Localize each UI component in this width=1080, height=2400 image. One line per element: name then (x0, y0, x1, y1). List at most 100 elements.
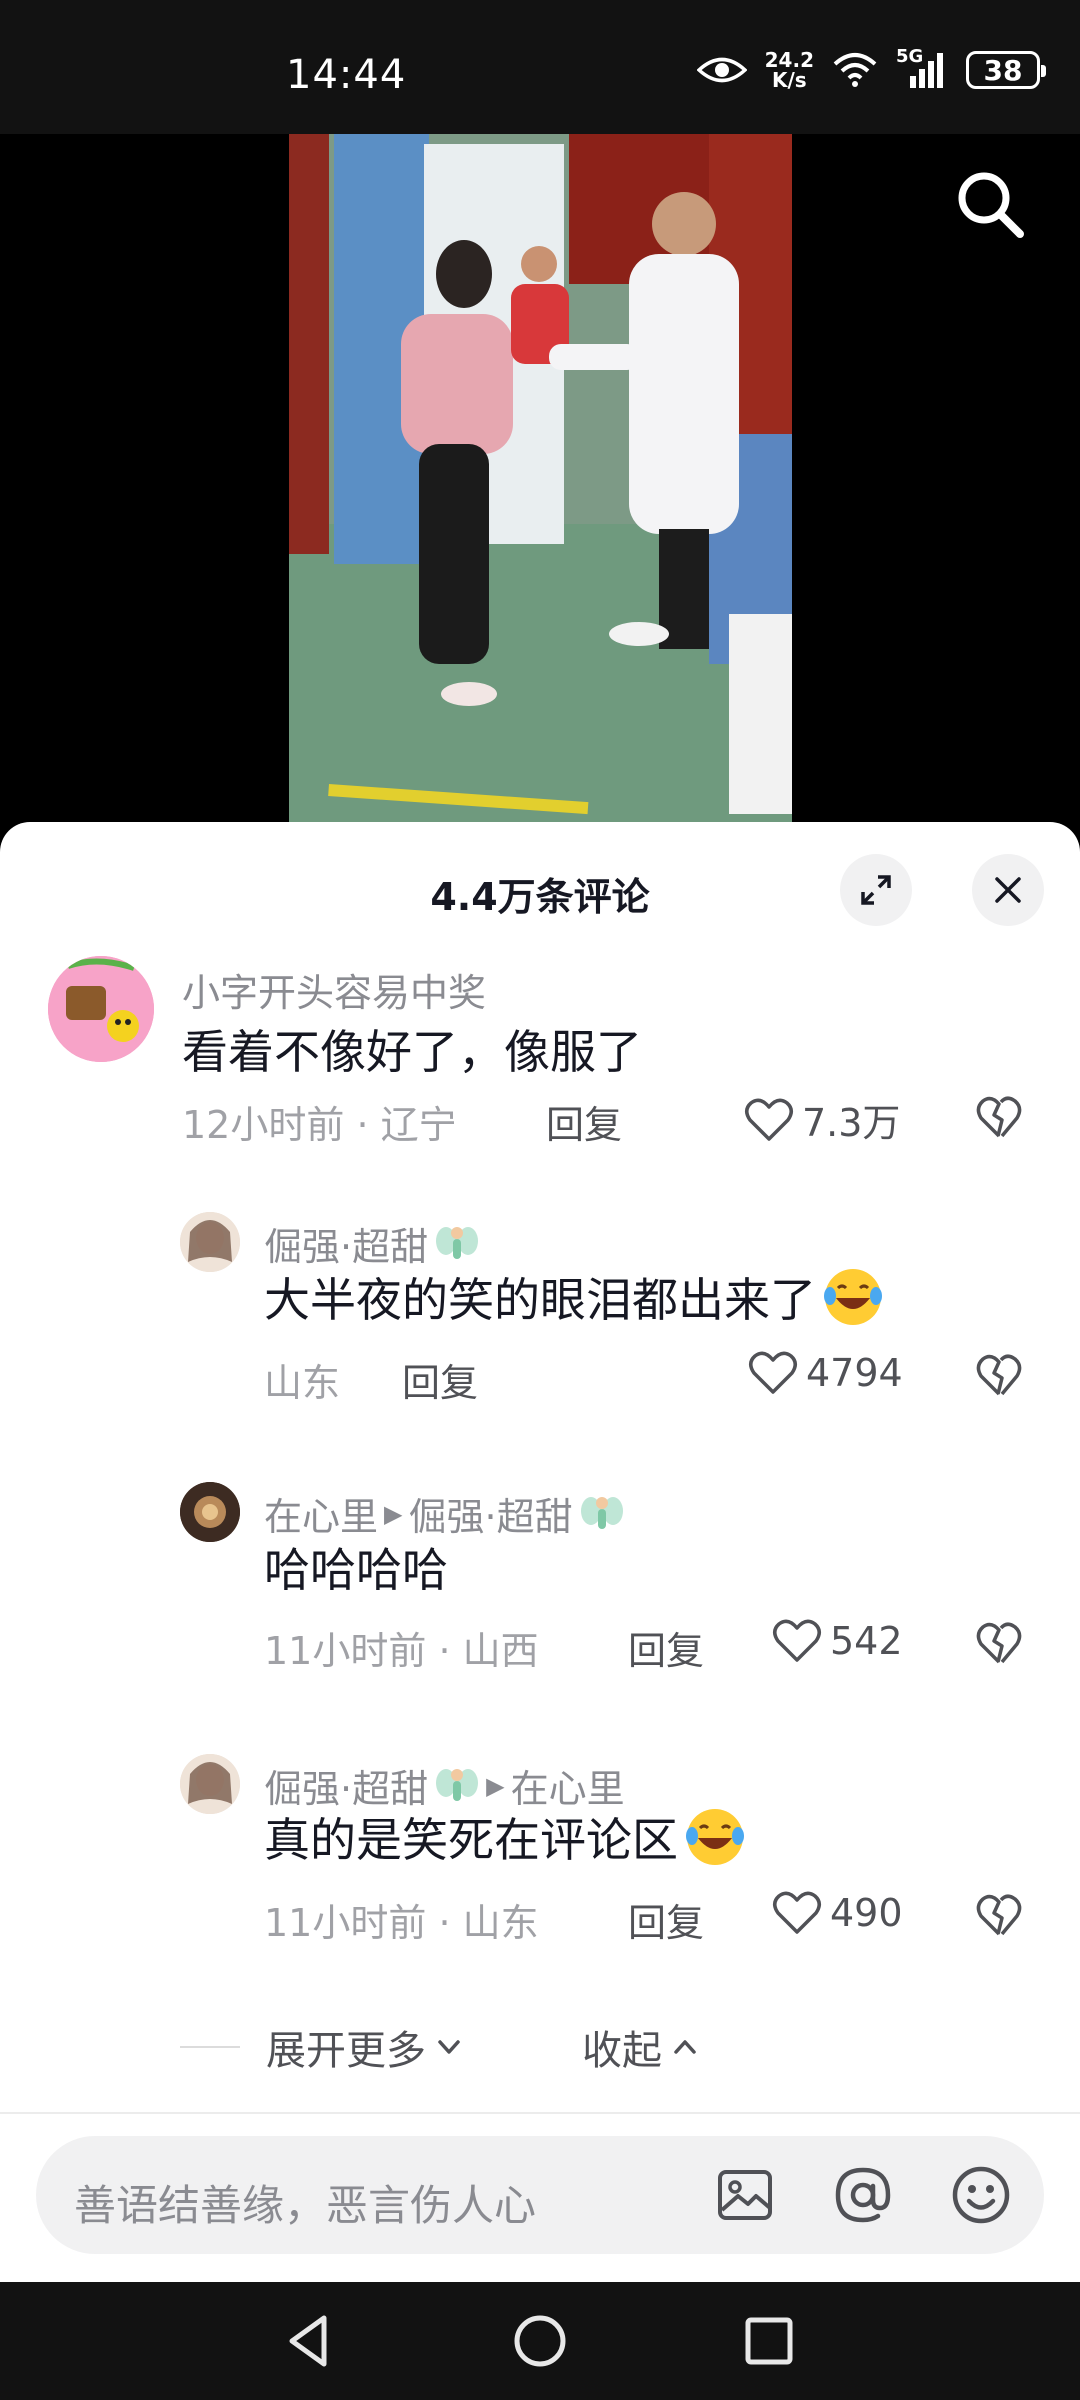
back-nav-icon[interactable] (274, 2306, 344, 2376)
laugh-cry-emoji-icon (686, 1809, 744, 1865)
comment-time: 11小时前 (264, 1629, 427, 1673)
heart-icon (745, 1098, 793, 1141)
comment-time: 12小时前 (182, 1103, 345, 1147)
comment-text: 看着不像好了，像服了 (182, 1016, 642, 1082)
system-nav-bar (0, 2282, 1080, 2400)
divider-line (180, 2046, 240, 2048)
comment-text-body: 真的是笑死在评论区 (264, 1813, 678, 1867)
smiley-icon[interactable] (950, 2164, 1012, 2226)
comment-username[interactable]: 在心里 ▶ 倔强·超甜 (264, 1486, 625, 1541)
avatar[interactable] (180, 1212, 240, 1272)
heart-icon (773, 1891, 821, 1934)
like-button[interactable]: 4794 (748, 1350, 903, 1396)
battery-icon: 38 (966, 51, 1046, 89)
broken-heart-icon[interactable] (975, 1094, 1023, 1142)
broken-heart-icon[interactable] (975, 1892, 1023, 1940)
like-count: 542 (830, 1619, 903, 1663)
status-icons: 24.2 K/s 5G 38 (696, 46, 1046, 90)
fairy-emoji-icon (580, 1496, 623, 1529)
eye-icon (696, 57, 747, 83)
laugh-cry-emoji-icon (824, 1269, 882, 1325)
reply-controls: 展开更多 收起 (0, 2012, 1080, 2082)
close-icon (995, 877, 1021, 903)
recents-nav-icon[interactable] (734, 2306, 804, 2376)
reply-to-username[interactable]: 倔强·超甜 (408, 1486, 572, 1541)
video-player[interactable] (0, 134, 1080, 824)
image-icon[interactable] (714, 2164, 776, 2226)
expand-more-label: 展开更多 (266, 2028, 426, 2074)
comment-location: 山东 (264, 1361, 341, 1405)
comments-count-title: 4.4万条评论 (430, 875, 650, 919)
expand-button[interactable] (840, 854, 912, 926)
signal-icon: 5G (896, 46, 948, 90)
reply-arrow-icon: ▶ (486, 1771, 505, 1800)
comment-text: 哈哈哈哈 (264, 1534, 448, 1600)
like-button[interactable]: 490 (772, 1890, 903, 1936)
heart-icon (749, 1351, 797, 1394)
avatar[interactable] (180, 1482, 240, 1542)
reply-comment-item: 倔强·超甜 ▶ 在心里 真的是笑死在评论区 11小时前 · 山东 回复 490 (0, 1744, 1080, 1974)
heart-icon (773, 1619, 821, 1662)
input-divider (0, 2112, 1080, 2114)
comment-input[interactable]: 善语结善缘，恶言伤人心 (36, 2136, 1044, 2254)
username-text: 在心里 (264, 1495, 379, 1539)
expand-more-button[interactable]: 展开更多 (266, 2018, 464, 2076)
like-button[interactable]: 542 (772, 1618, 903, 1664)
at-icon[interactable] (832, 2164, 894, 2226)
username-text: 小字开头容易中奖 (182, 971, 487, 1015)
comment-location: 山西 (462, 1629, 539, 1673)
collapse-label: 收起 (582, 2028, 662, 2074)
username-text: 倔强·超甜 (264, 1225, 429, 1269)
broken-heart-icon[interactable] (975, 1620, 1023, 1668)
avatar[interactable] (48, 956, 154, 1062)
reply-comment-item: 在心里 ▶ 倔强·超甜 哈哈哈哈 11小时前 · 山西 回复 542 (0, 1472, 1080, 1702)
network-speed: 24.2 K/s (765, 50, 814, 90)
collapse-button[interactable]: 收起 (582, 2018, 700, 2076)
video-scene-image (289, 134, 792, 824)
comment-location: 山东 (462, 1901, 539, 1945)
reply-button[interactable]: 回复 (628, 1892, 704, 1947)
fairy-emoji-icon (436, 1226, 479, 1259)
status-time: 14:44 (286, 52, 407, 98)
comments-header: 4.4万条评论 (0, 822, 1080, 952)
comment-location: 辽宁 (380, 1103, 457, 1147)
like-button[interactable]: 7.3万 (744, 1092, 900, 1147)
comment-item: 小字开头容易中奖 看着不像好了，像服了 12小时前 · 辽宁 回复 7.3万 (0, 952, 1080, 1172)
avatar[interactable] (180, 1754, 240, 1814)
home-nav-icon[interactable] (505, 2306, 575, 2376)
comment-text: 真的是笑死在评论区 (264, 1804, 748, 1870)
broken-heart-icon[interactable] (975, 1352, 1023, 1400)
video-frame[interactable] (289, 134, 792, 824)
reply-arrow-icon: ▶ (384, 1499, 403, 1528)
chevron-up-icon (674, 2040, 696, 2054)
like-count: 4794 (806, 1351, 903, 1395)
comment-text: 大半夜的笑的眼泪都出来了 (264, 1264, 886, 1330)
like-count: 7.3万 (802, 1101, 901, 1145)
status-bar: 14:44 24.2 K/s 5G 38 (0, 0, 1080, 134)
fairy-emoji-icon (436, 1768, 479, 1801)
search-icon[interactable] (950, 164, 1030, 244)
like-count: 490 (830, 1891, 903, 1935)
close-button[interactable] (972, 854, 1044, 926)
chevron-down-icon (438, 2040, 460, 2054)
comment-meta: 12小时前 · 辽宁 (182, 1103, 457, 1147)
net-speed-unit: K/s (771, 68, 807, 92)
expand-icon (861, 875, 891, 905)
reply-button[interactable]: 回复 (546, 1094, 622, 1149)
comment-text-body: 大半夜的笑的眼泪都出来了 (264, 1273, 816, 1327)
comment-meta: 11小时前 · 山西 (264, 1629, 539, 1673)
comment-username[interactable]: 倔强·超甜 (264, 1216, 480, 1271)
comment-username[interactable]: 小字开头容易中奖 (182, 962, 486, 1017)
comment-input-placeholder: 善语结善缘，恶言伤人心 (74, 2181, 537, 2230)
comment-time: 11小时前 (264, 1901, 427, 1945)
comment-text-body: 看着不像好了，像服了 (182, 1025, 642, 1079)
comments-sheet: 4.4万条评论 小字开头容易中奖 看着不像好了，像服了 12小时前 · 辽宁 回… (0, 822, 1080, 2282)
battery-level: 38 (983, 53, 1023, 87)
wifi-icon (833, 53, 877, 87)
reply-button[interactable]: 回复 (402, 1352, 478, 1407)
comment-text-body: 哈哈哈哈 (264, 1543, 448, 1597)
reply-button[interactable]: 回复 (628, 1620, 704, 1675)
reply-comment-item: 倔强·超甜 大半夜的笑的眼泪都出来了 山东 回复 4794 (0, 1202, 1080, 1432)
comment-meta: 山东 (264, 1352, 340, 1407)
net-speed-value: 24.2 (764, 48, 814, 72)
